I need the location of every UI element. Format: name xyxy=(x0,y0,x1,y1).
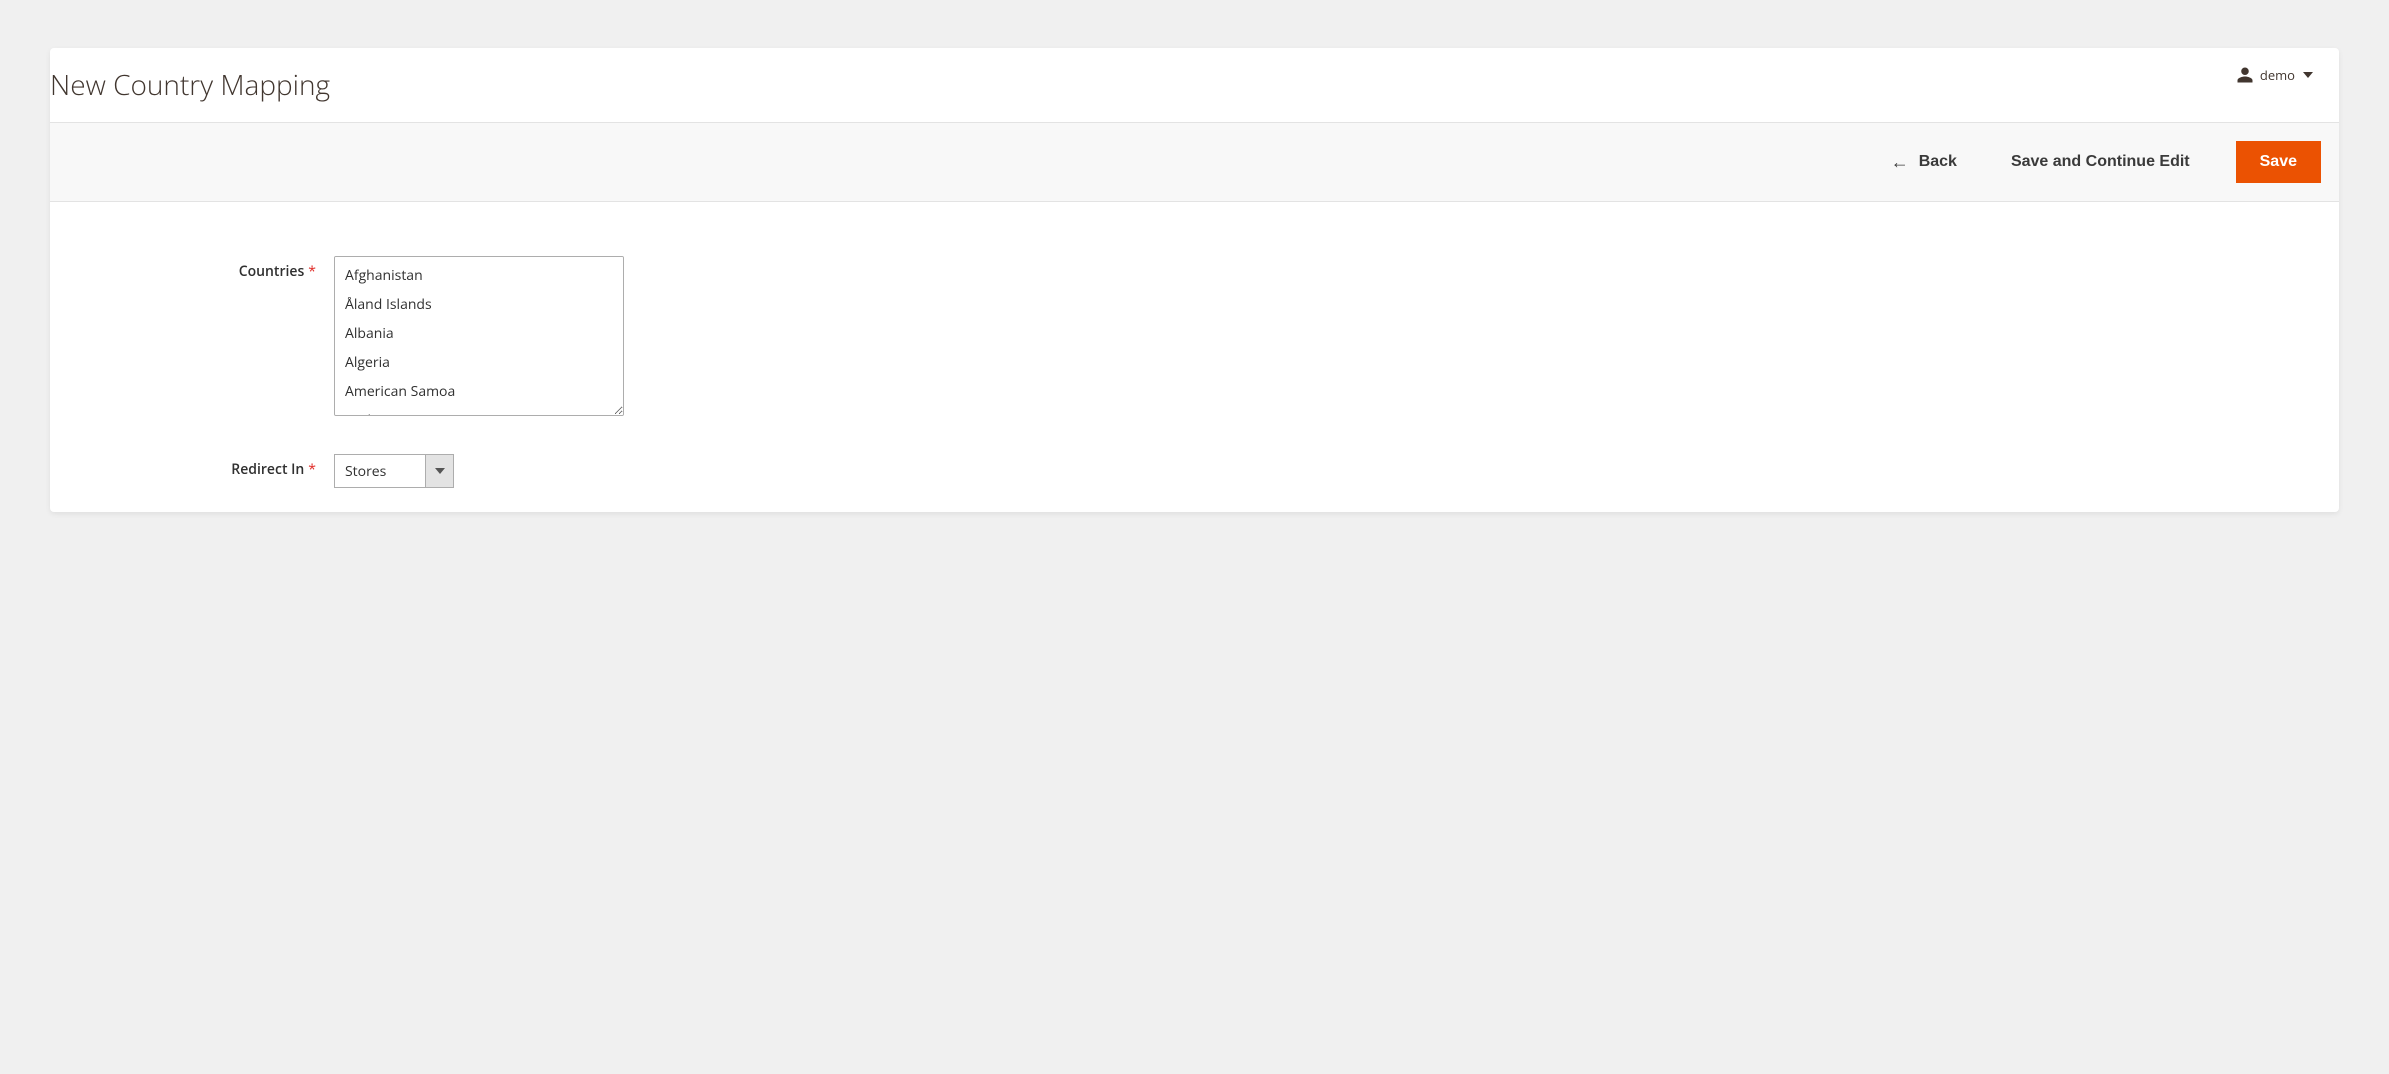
save-button[interactable]: Save xyxy=(2236,141,2321,183)
country-option[interactable]: American Samoa xyxy=(337,377,621,406)
save-and-continue-button[interactable]: Save and Continue Edit xyxy=(2003,149,2198,175)
countries-multiselect[interactable]: AfghanistanÅland IslandsAlbaniaAlgeriaAm… xyxy=(334,256,624,416)
country-option[interactable]: Algeria xyxy=(337,348,621,377)
country-option[interactable]: Albania xyxy=(337,319,621,348)
countries-label: Countries* xyxy=(74,256,334,281)
page-title: New Country Mapping xyxy=(50,62,330,104)
back-button[interactable]: ← Back xyxy=(1883,149,1965,175)
user-menu[interactable]: demo xyxy=(2236,62,2315,84)
redirect-in-select[interactable]: Stores xyxy=(334,454,454,488)
chevron-down-icon xyxy=(435,468,445,474)
country-option[interactable]: Åland Islands xyxy=(337,290,621,319)
back-button-label: Back xyxy=(1919,153,1957,171)
required-indicator: * xyxy=(308,262,316,281)
redirect-in-selected-value: Stores xyxy=(335,455,425,487)
redirect-in-dropdown-toggle[interactable] xyxy=(425,455,453,487)
country-option[interactable]: Andorra xyxy=(337,406,621,416)
user-icon xyxy=(2236,66,2254,84)
chevron-down-icon xyxy=(2303,72,2313,78)
action-toolbar: ← Back Save and Continue Edit Save xyxy=(50,122,2339,202)
country-option[interactable]: Afghanistan xyxy=(337,261,621,290)
user-name: demo xyxy=(2260,66,2295,84)
redirect-in-label: Redirect In* xyxy=(74,454,334,479)
arrow-left-icon: ← xyxy=(1891,153,1909,171)
required-indicator: * xyxy=(308,460,316,479)
